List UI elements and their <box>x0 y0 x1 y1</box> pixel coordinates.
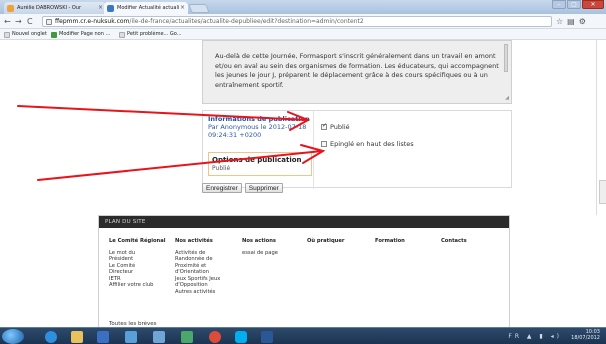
bookmark-item[interactable]: Petit problème... Go... <box>118 29 182 40</box>
tab-summary: Publié <box>212 165 231 172</box>
word-icon[interactable] <box>256 329 278 344</box>
browser-toolbar: ← → C ffepmm.cr.e-nuksuk.com/ile-de-fran… <box>0 14 606 29</box>
toolbar-icons: ☆ ▤ ⚙ <box>556 16 586 27</box>
tray-icons[interactable]: FR ▲ ▮ ◂) <box>508 333 562 340</box>
footer-link[interactable]: essai de page <box>242 250 278 257</box>
checkbox-unchecked[interactable] <box>321 141 327 147</box>
page-info-icon <box>46 19 52 25</box>
published-checkbox[interactable]: Publié <box>321 122 350 131</box>
footer-column-title[interactable]: Formation <box>375 238 405 245</box>
page-icon <box>4 32 10 38</box>
address-path: /ile-de-france/actualites/actualite-depu… <box>129 18 364 25</box>
textarea-scrollbar[interactable] <box>504 44 508 72</box>
footer-column-title[interactable]: Contacts <box>441 238 467 245</box>
save-button[interactable]: Enregistrer <box>202 183 242 193</box>
page-icon <box>107 5 114 12</box>
skype-icon[interactable] <box>230 329 252 344</box>
checkbox-checked[interactable] <box>321 122 327 130</box>
footer-column-title[interactable]: Nos activités <box>175 238 220 245</box>
footer-column: Le Comité Régional Le mot du Président L… <box>109 238 166 289</box>
footer-column: Nos activités Activités de Randonnée de … <box>175 238 220 295</box>
image-app-icon[interactable] <box>148 329 170 344</box>
ie-icon[interactable] <box>40 329 62 344</box>
tab-summary: Par Anonymous le 2012-07-18 <box>208 123 307 131</box>
checkbox-label: Publié <box>330 123 350 131</box>
tray-lang[interactable]: FR <box>508 333 522 340</box>
sticky-checkbox[interactable]: Epinglé en haut des listes <box>321 140 414 148</box>
forward-icon[interactable]: → <box>15 16 22 27</box>
taskbar: FR ▲ ▮ ◂) 10:03 18/07/2012 <box>0 327 606 344</box>
tab-label: Aurélie DABROWSKI - Our <box>17 5 82 11</box>
tab-publishing-options[interactable]: Options de publication Publié <box>208 152 312 176</box>
start-button[interactable] <box>2 329 24 344</box>
left-margin <box>0 40 198 215</box>
star-icon[interactable]: ☆ <box>556 16 563 27</box>
delete-button[interactable]: Supprimer <box>244 183 283 193</box>
chrome-icon[interactable] <box>204 329 226 344</box>
media-icon[interactable] <box>92 329 114 344</box>
browser-titlebar: Aurélie DABROWSKI - Our × Modifier Actua… <box>0 0 606 14</box>
close-tab-icon[interactable]: × <box>98 2 103 14</box>
extension-icon[interactable]: ▤ <box>567 16 575 27</box>
window-controls: – ▢ ✕ <box>552 0 604 10</box>
tab-label: Modifier Actualité actuali <box>117 5 180 11</box>
browser-tab-1[interactable]: Aurélie DABROWSKI - Our × <box>4 2 106 14</box>
body-text: Au-delà de cette Journée, Formasport s'i… <box>215 52 499 89</box>
settings-icon[interactable]: ⚙ <box>579 16 586 27</box>
folder-icon[interactable] <box>66 329 88 344</box>
address-domain: ffepmm.cr.e-nuksuk.com <box>55 18 130 25</box>
tab-title: Options de publication <box>212 156 302 164</box>
node-edit-form: Au-delà de cette Journée, Formasport s'i… <box>202 40 512 215</box>
tab-title: Informations de publication <box>208 115 310 123</box>
bookmark-label: Petit problème... Go... <box>127 31 182 37</box>
user-icon <box>7 5 14 12</box>
form-actions: Enregistrer Supprimer <box>202 183 283 193</box>
new-tab-button[interactable] <box>188 4 210 13</box>
footer-column-title[interactable]: Nos actions <box>242 238 278 245</box>
footer-column: Formation <box>375 238 405 250</box>
close-window-button[interactable]: ✕ <box>582 0 604 9</box>
reload-icon[interactable]: C <box>27 16 33 27</box>
footer-column-title[interactable]: Le Comité Régional <box>109 238 166 245</box>
tab-divider <box>313 111 314 189</box>
leaf-icon <box>51 32 57 38</box>
footer-link[interactable]: Autres activités <box>175 289 220 296</box>
checkbox-label: Epinglé en haut des listes <box>330 140 414 148</box>
footer-heading: PLAN DU SITE <box>99 216 509 228</box>
system-clock[interactable]: 10:03 18/07/2012 <box>571 329 600 341</box>
bookmark-label: Modifier Page non ... <box>59 31 111 37</box>
footer-column-title[interactable]: Où pratiquer <box>307 238 344 245</box>
tab-summary: 09:24:31 +0200 <box>208 131 262 139</box>
footer-link[interactable]: Affilier votre club <box>109 282 166 289</box>
tab-publication-info[interactable]: Informations de publication Par Anonymou… <box>208 115 312 139</box>
back-icon[interactable]: ← <box>4 16 11 27</box>
bookmark-item[interactable]: Nouvel onglet <box>3 29 47 40</box>
bookmarks-bar: Nouvel onglet Modifier Page non ... Peti… <box>0 29 606 40</box>
footer-column: Contacts <box>441 238 467 250</box>
maximize-button[interactable]: ▢ <box>567 0 581 9</box>
footer-column: Où pratiquer <box>307 238 344 250</box>
bookmark-item[interactable]: Modifier Page non ... <box>50 29 110 40</box>
page-icon <box>119 32 125 38</box>
screen: Aurélie DABROWSKI - Our × Modifier Actua… <box>0 0 606 344</box>
footer-column: Nos actions essai de page <box>242 238 278 256</box>
body-textarea[interactable]: Au-delà de cette Journée, Formasport s'i… <box>202 40 512 104</box>
close-tab-icon[interactable]: × <box>180 2 185 14</box>
vertical-tabs: Informations de publication Par Anonymou… <box>202 110 512 189</box>
photo-app-icon[interactable] <box>176 329 198 344</box>
bookmark-label: Nouvel onglet <box>12 31 47 37</box>
browser-tab-2[interactable]: Modifier Actualité actuali × <box>104 2 188 14</box>
minimize-button[interactable]: – <box>552 0 566 9</box>
resize-grip-icon[interactable]: ◢ <box>505 95 509 101</box>
clock-date: 18/07/2012 <box>571 335 600 341</box>
app-icon[interactable] <box>120 329 142 344</box>
address-bar[interactable]: ffepmm.cr.e-nuksuk.com/ile-de-france/act… <box>42 16 552 27</box>
web-page: Au-delà de cette Journée, Formasport s'i… <box>0 40 606 327</box>
page-scrollbar[interactable] <box>596 40 606 215</box>
site-footer: PLAN DU SITE Le Comité Régional Le mot d… <box>98 215 510 327</box>
